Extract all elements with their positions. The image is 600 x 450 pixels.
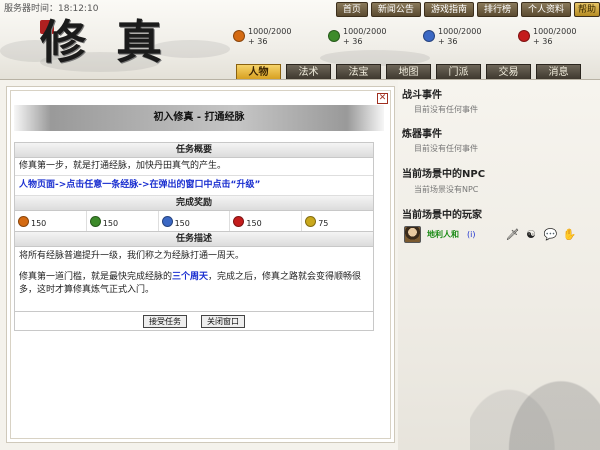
reward-value: 150 bbox=[102, 219, 119, 228]
nav-news-button[interactable]: 新闻公告 bbox=[370, 2, 421, 17]
rewards-row: 150 150 150 150 75 bbox=[15, 211, 373, 232]
blood-orb-icon bbox=[518, 30, 530, 42]
stat-wood-value: 1000/2000 bbox=[343, 27, 387, 36]
water-orb-icon bbox=[161, 215, 173, 227]
overview-header: 任务概要 bbox=[15, 143, 373, 158]
water-orb-icon bbox=[423, 30, 435, 42]
nav-home-button[interactable]: 首页 bbox=[335, 2, 368, 17]
players-heading: 当前场景中的玩家 bbox=[402, 210, 482, 221]
stats-bar: 1000/2000 + 36 1000/2000 + 36 1000/2000 + 3… bbox=[233, 27, 600, 47]
nav-help-button[interactable]: 帮助 bbox=[573, 2, 600, 17]
stat-fire: 1000/2000 + 36 bbox=[233, 27, 328, 47]
stat-wood-delta: + 36 bbox=[343, 37, 363, 46]
avatar[interactable] bbox=[404, 225, 421, 243]
player-actions: 🗡 ☯ 💬 ✋ bbox=[505, 228, 576, 241]
close-icon[interactable]: ✕ bbox=[377, 93, 388, 104]
description-highlight: 三个周天 bbox=[172, 272, 209, 282]
description-text: 修真第一道门槛，就是最快完成经脉的 bbox=[19, 272, 173, 282]
blood-orb-icon bbox=[233, 215, 245, 227]
tab-sect[interactable]: 门派 bbox=[436, 64, 481, 79]
description-header: 任务描述 bbox=[15, 232, 373, 247]
mountain-decoration bbox=[470, 330, 600, 450]
reward-wood: 150 bbox=[87, 211, 159, 231]
refine-events-heading: 炼器事件 bbox=[402, 129, 442, 140]
refine-events-text: 目前没有任何事件 bbox=[414, 144, 478, 153]
stat-fire-delta: + 36 bbox=[248, 37, 268, 46]
nav-guide-button[interactable]: 游戏指南 bbox=[423, 2, 474, 17]
player-name[interactable]: 地利人和 bbox=[427, 229, 459, 240]
reward-water: 150 bbox=[159, 211, 231, 231]
reward-value: 150 bbox=[31, 219, 47, 228]
fire-orb-icon bbox=[18, 215, 29, 227]
top-nav: 首页 新闻公告 游戏指南 排行榜 个人资料 帮助 bbox=[335, 2, 600, 17]
stat-water-delta: + 36 bbox=[438, 37, 458, 46]
tab-treasures[interactable]: 法宝 bbox=[336, 64, 381, 79]
tab-spells[interactable]: 法术 bbox=[286, 64, 331, 79]
battle-events-heading: 战斗事件 bbox=[402, 90, 442, 101]
reward-value: 75 bbox=[318, 219, 329, 228]
reward-value: 150 bbox=[246, 219, 262, 228]
rewards-header: 完成奖励 bbox=[15, 196, 373, 211]
battle-events-text: 目前没有任何事件 bbox=[414, 105, 478, 114]
close-window-button[interactable]: 关闭窗口 bbox=[201, 315, 245, 328]
quest-instruction: 人物页面->点击任意一条经脉->在弹出的窗口中点击“升级” bbox=[15, 176, 373, 196]
reward-fire: 150 bbox=[15, 211, 87, 231]
description-paragraph-1: 将所有经脉普遍提升一级，我们称之为经脉打通一周天。 bbox=[19, 251, 245, 261]
player-info-link[interactable]: (i) bbox=[467, 230, 475, 239]
quest-description: 将所有经脉普遍提升一级，我们称之为经脉打通一周天。 修真第一道门槛，就是最快完成… bbox=[15, 247, 373, 311]
stat-water: 1000/2000 + 36 bbox=[423, 27, 518, 47]
reward-gold: 75 bbox=[302, 211, 373, 231]
description-paragraph-2: 修真第一道门槛，就是最快完成经脉的三个周天，完成之后，修真之路就会变得顺畅很多，… bbox=[19, 271, 369, 297]
chat-icon[interactable]: 💬 bbox=[543, 228, 557, 241]
npc-text: 当前场景没有NPC bbox=[414, 185, 479, 194]
reward-blood: 150 bbox=[230, 211, 303, 231]
tab-trade[interactable]: 交易 bbox=[486, 64, 531, 79]
main-tabs: 人物 法术 法宝 地图 门派 交易 消息 bbox=[236, 64, 581, 79]
tab-messages[interactable]: 消息 bbox=[536, 64, 581, 79]
game-logo: 修真 bbox=[40, 15, 192, 69]
player-row: 地利人和 (i) 🗡 ☯ 💬 ✋ bbox=[404, 224, 594, 244]
stat-blood-delta: + 36 bbox=[533, 37, 553, 46]
overview-text: 修真第一步，就是打通经脉，加快丹田真气的产生。 bbox=[15, 158, 373, 176]
quest-table: 任务概要 修真第一步，就是打通经脉，加快丹田真气的产生。 人物页面->点击任意一… bbox=[14, 142, 374, 331]
nav-profile-button[interactable]: 个人资料 bbox=[520, 2, 571, 17]
fire-orb-icon bbox=[233, 30, 245, 42]
yin-yang-icon[interactable]: ☯ bbox=[524, 228, 537, 241]
wood-orb-icon bbox=[328, 30, 340, 42]
tab-map[interactable]: 地图 bbox=[386, 64, 431, 79]
quest-buttons: 接受任务 关闭窗口 bbox=[15, 311, 373, 330]
npc-heading: 当前场景中的NPC bbox=[402, 169, 486, 180]
gold-orb-icon bbox=[305, 215, 317, 227]
quest-title: 初入修真 - 打通经脉 bbox=[14, 105, 384, 131]
reward-value: 150 bbox=[174, 219, 190, 228]
header: 服务器时间：18:12:10 修真 首页 新闻公告 游戏指南 排行榜 个人资料 … bbox=[0, 0, 600, 80]
tab-character[interactable]: 人物 bbox=[236, 64, 281, 79]
nav-ranking-button[interactable]: 排行榜 bbox=[476, 2, 518, 17]
hand-icon[interactable]: ✋ bbox=[562, 228, 576, 241]
wood-orb-icon bbox=[89, 215, 101, 227]
stat-fire-value: 1000/2000 bbox=[248, 27, 292, 36]
sword-icon[interactable]: 🗡 bbox=[505, 228, 519, 241]
stat-water-value: 1000/2000 bbox=[438, 27, 482, 36]
stat-blood-value: 1000/2000 bbox=[533, 27, 577, 36]
stat-wood: 1000/2000 + 36 bbox=[328, 27, 423, 47]
accept-quest-button[interactable]: 接受任务 bbox=[143, 315, 187, 328]
stat-blood: 1000/2000 + 36 bbox=[518, 27, 600, 47]
